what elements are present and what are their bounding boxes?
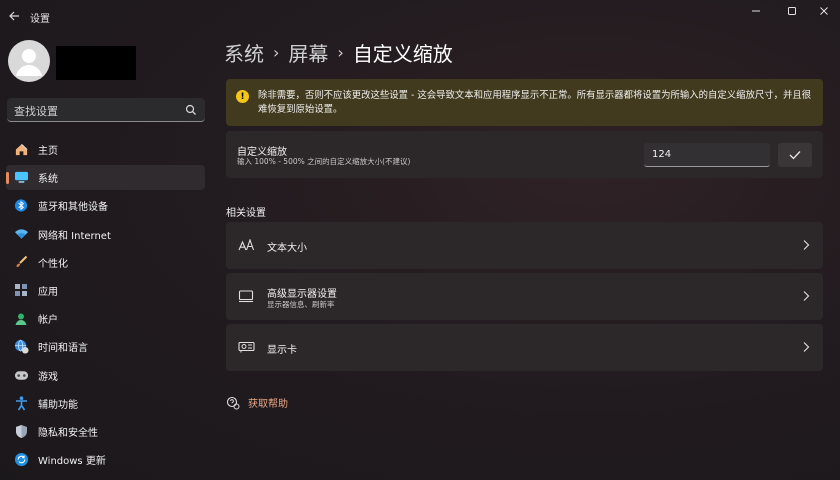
- sidebar-item-time-language[interactable]: 时间和语言: [6, 334, 205, 359]
- title-bar: 设置: [0, 0, 840, 32]
- accessibility-icon: [13, 395, 29, 411]
- get-help-link[interactable]: 获取帮助: [226, 395, 288, 410]
- wifi-icon: [13, 226, 29, 242]
- sidebar-item-windows-update[interactable]: Windows 更新: [6, 447, 205, 472]
- system-display-icon: [13, 170, 29, 186]
- checkmark-icon: [789, 151, 801, 160]
- sidebar-item-network[interactable]: 网络和 Internet: [6, 222, 205, 247]
- maximize-button[interactable]: [774, 0, 810, 22]
- user-icon: [16, 49, 42, 76]
- sidebar-item-bluetooth[interactable]: 蓝牙和其他设备: [6, 193, 205, 218]
- account-icon: [13, 311, 29, 327]
- apply-scale-button[interactable]: [778, 143, 812, 167]
- arrow-left-icon: [8, 11, 19, 21]
- sidebar-item-system[interactable]: 系统: [6, 165, 205, 191]
- maximize-icon: [788, 7, 796, 15]
- update-icon: [13, 452, 29, 468]
- search-input[interactable]: 查找设置: [14, 103, 58, 119]
- custom-scale-description: 输入 100% - 500% 之间的自定义缩放大小(不建议): [237, 157, 411, 166]
- search-icon[interactable]: [185, 104, 197, 116]
- text-size-link[interactable]: 文本大小: [226, 222, 823, 269]
- minimize-button[interactable]: [738, 0, 774, 22]
- breadcrumb-separator: ›: [337, 43, 344, 62]
- user-name-redacted: [56, 46, 136, 80]
- page-title: 自定义缩放: [352, 42, 453, 66]
- related-settings-title: 相关设置: [226, 208, 266, 219]
- get-help-label: 获取帮助: [248, 399, 288, 410]
- close-button[interactable]: [806, 0, 840, 22]
- graphics-link[interactable]: 显示卡: [226, 324, 823, 371]
- advanced-display-label: 高级显示器设置: [267, 289, 337, 300]
- advanced-display-description: 显示器信息、刷新率: [267, 300, 335, 309]
- gamepad-icon: [13, 367, 29, 383]
- breadcrumb-display[interactable]: 屏幕: [288, 38, 328, 67]
- search-box[interactable]: 查找设置: [7, 98, 205, 122]
- chevron-right-icon: [803, 291, 810, 301]
- warning-icon: !: [236, 90, 249, 103]
- warning-text: 除非需要，否则不应该更改这些设置 - 这会导致文本和应用程序显示不正常。所有显示…: [258, 90, 812, 115]
- custom-scale-card: 自定义缩放 输入 100% - 500% 之间的自定义缩放大小(不建议): [226, 131, 823, 178]
- sidebar-item-accessibility[interactable]: 辅助功能: [6, 391, 205, 416]
- avatar[interactable]: [8, 40, 50, 82]
- app-title: 设置: [30, 14, 50, 25]
- chevron-right-icon: [803, 342, 810, 352]
- advanced-display-link[interactable]: 高级显示器设置 显示器信息、刷新率: [226, 273, 823, 320]
- sidebar-item-gaming[interactable]: 游戏: [6, 363, 205, 388]
- bluetooth-icon: [13, 198, 29, 214]
- custom-scale-input[interactable]: [644, 143, 770, 167]
- monitor-icon: [237, 288, 255, 304]
- breadcrumb: 系统 › 屏幕 › 自定义缩放: [224, 38, 453, 67]
- brush-icon: [13, 254, 29, 270]
- globe-clock-icon: [13, 339, 29, 355]
- help-chat-icon: [226, 396, 240, 409]
- close-icon: [820, 7, 828, 15]
- warning-banner: ! 除非需要，否则不应该更改这些设置 - 这会导致文本和应用程序显示不正常。所有…: [226, 79, 823, 126]
- apps-icon: [13, 282, 29, 298]
- sidebar-item-personalization[interactable]: 个性化: [6, 250, 205, 275]
- text-size-label: 文本大小: [267, 243, 307, 254]
- minimize-icon: [752, 10, 760, 12]
- breadcrumb-system[interactable]: 系统: [224, 38, 264, 67]
- shield-icon: [13, 423, 29, 439]
- home-icon: [13, 142, 29, 158]
- text-size-icon: [237, 237, 255, 253]
- sidebar-item-apps[interactable]: 应用: [6, 278, 205, 303]
- graphics-label: 显示卡: [267, 345, 297, 356]
- breadcrumb-separator: ›: [273, 43, 280, 62]
- chevron-right-icon: [803, 240, 810, 250]
- sidebar-item-accounts[interactable]: 帐户: [6, 306, 205, 331]
- back-button[interactable]: [4, 6, 24, 26]
- sidebar-item-home[interactable]: 主页: [6, 137, 205, 162]
- sidebar-nav: 主页 系统 蓝牙和其他设备 网络和 Internet 个性化 应用 帐户 时间和…: [6, 137, 205, 475]
- graphics-card-icon: [237, 339, 255, 355]
- sidebar-item-privacy[interactable]: 隐私和安全性: [6, 419, 205, 444]
